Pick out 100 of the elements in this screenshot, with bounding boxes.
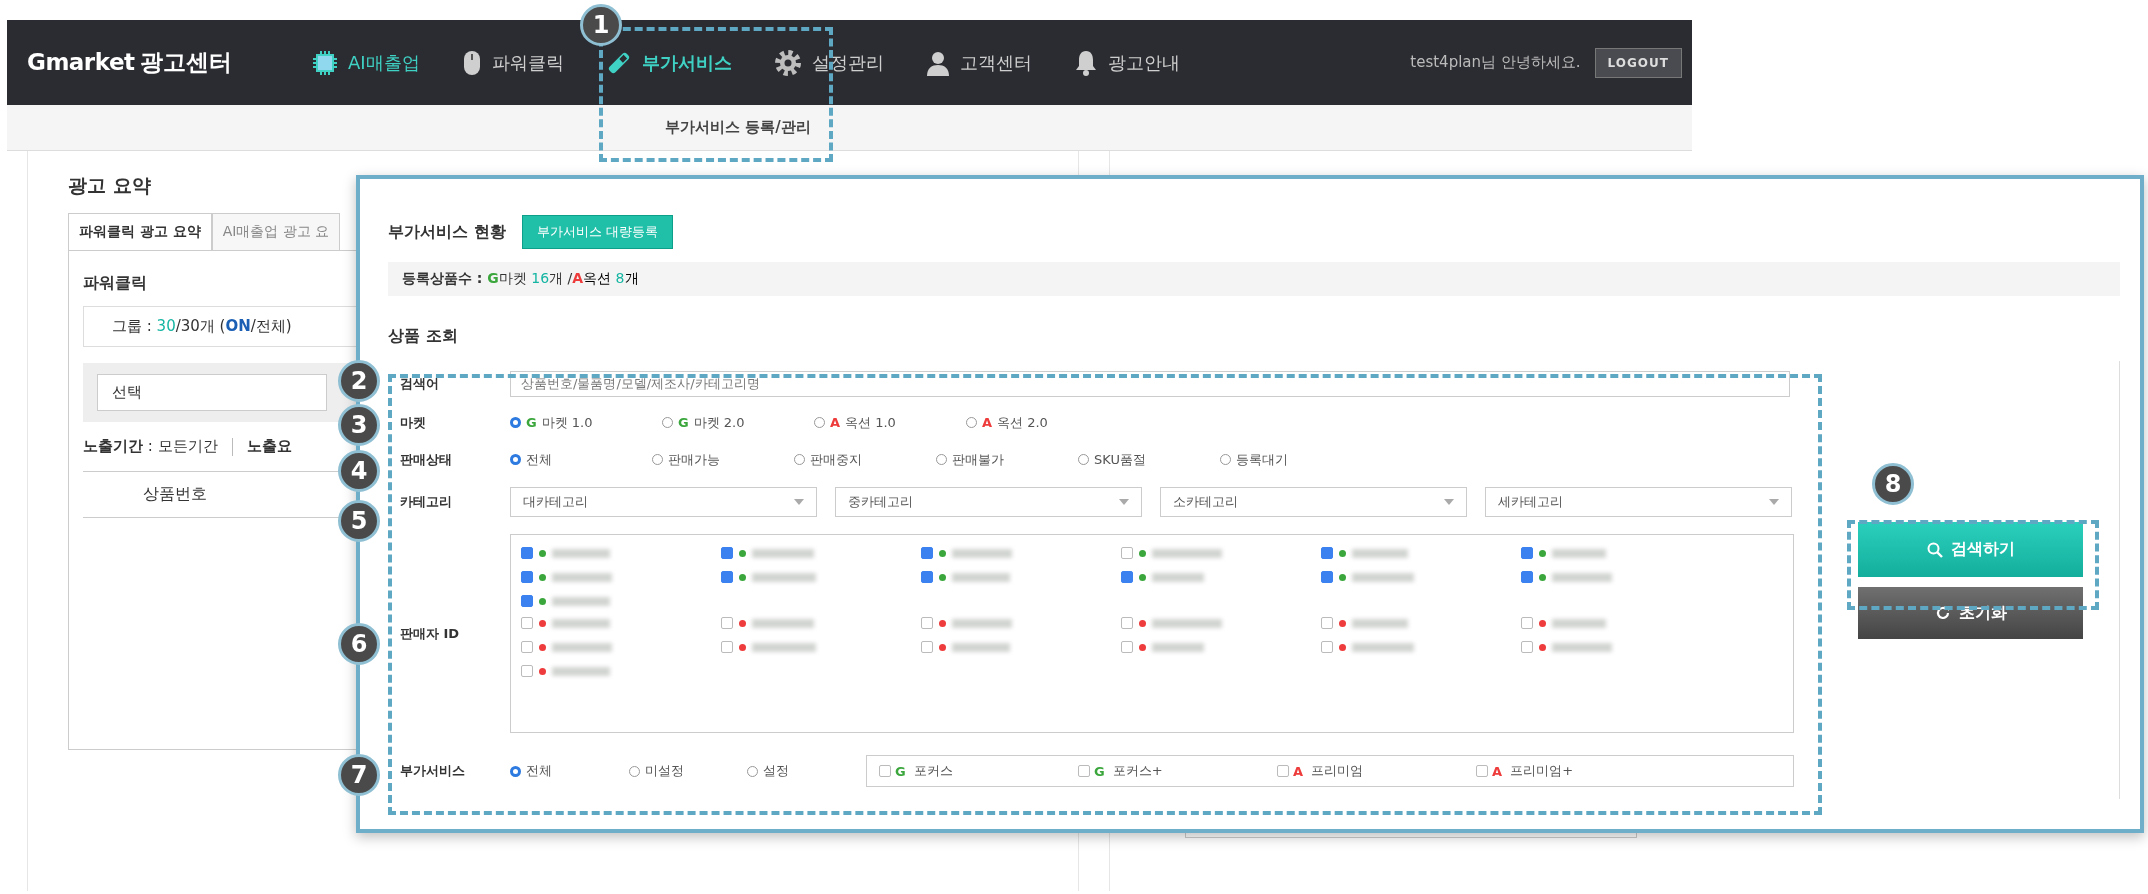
search-input[interactable]: 상품번호/물품명/모델/제조사/카테고리명 [510,370,1790,397]
radio-option[interactable]: 판매불가 [936,450,1078,469]
blurred-seller-id [1152,548,1222,558]
checkbox[interactable] [1476,765,1488,777]
radio-option[interactable]: A 옥션 1.0 [814,413,966,432]
field-label: 카테고리 [399,493,453,511]
category-select[interactable]: 대카테고리 [510,487,817,517]
blurred-seller-id [1352,548,1408,558]
blurred-seller-id [752,618,814,628]
checkbox[interactable] [1277,765,1289,777]
radio-option[interactable]: 미설정 [628,762,748,780]
field-label: 판매자 ID [399,624,461,643]
blurred-seller-id [952,548,1012,558]
nav-item[interactable]: 설정관리 [773,48,884,77]
checkbox[interactable] [1521,547,1533,559]
group-select[interactable]: 선택 [97,374,327,411]
nav-item[interactable]: 파워클릭 [461,48,564,77]
logo-title[interactable]: 광고센터 [140,47,233,78]
field-label: 검색어 [399,374,440,393]
checkbox-option[interactable]: G 포커스 [879,762,1078,780]
blurred-seller-id [1352,618,1408,628]
checkbox[interactable] [921,617,933,629]
exposure-label: 노출요 [246,437,292,456]
checkbox[interactable] [1321,547,1333,559]
caret-icon [1119,499,1129,505]
blurred-seller-id [952,572,1010,582]
logout-button[interactable]: LOGOUT [1594,47,1682,78]
period-text: 노출기간 : 모든기간 [83,437,218,456]
blurred-seller-id [1552,642,1612,652]
checkbox[interactable] [1121,547,1133,559]
group-count-text: 그룹 : 30/30개 (ON/전체) [112,317,292,335]
nav-item[interactable]: 광고안내 [1073,48,1180,77]
checkbox[interactable] [521,595,533,607]
checkbox[interactable] [721,547,733,559]
checkbox[interactable] [1521,571,1533,583]
radio-button[interactable] [510,765,521,777]
checkbox[interactable] [879,765,891,777]
nav-item[interactable]: AI매출업 [312,48,420,77]
checkbox[interactable] [921,571,933,583]
radio-option[interactable]: 등록대기 [1220,450,1362,469]
radio-option[interactable]: G 마켓 1.0 [510,413,662,432]
checkbox[interactable] [1521,641,1533,653]
nav-item[interactable]: 고객센터 [925,48,1032,77]
blurred-seller-id [1552,618,1606,628]
checkbox[interactable] [521,617,533,629]
submenu-item[interactable]: 부가서비스 등록/관리 [665,118,811,137]
radio-button[interactable] [510,417,521,428]
radio-option[interactable]: 전체 [510,450,652,469]
checkbox[interactable] [1121,617,1133,629]
refresh-icon [1934,605,1951,621]
checkbox[interactable] [721,641,733,653]
panel-title: 부가서비스 현황 [388,221,506,243]
search-section-title: 상품 조회 [388,326,459,347]
field-label: 마켓 [399,413,427,432]
checkbox[interactable] [1121,571,1133,583]
checkbox[interactable] [521,571,533,583]
radio-button[interactable] [510,454,521,465]
radio-option[interactable]: SKU품절 [1078,450,1220,469]
checkbox[interactable] [1121,641,1133,653]
checkbox-option[interactable]: A 프리미엄+ [1476,762,1675,780]
category-select[interactable]: 중카테고리 [835,487,1142,517]
blurred-seller-id [1152,618,1222,628]
checkbox[interactable] [721,617,733,629]
field-label: 부가서비스 [399,762,466,780]
blurred-seller-id [552,666,610,676]
registered-count-text: 등록상품수 : G마켓 16개 /A옥션 8개 [402,270,639,286]
checkbox[interactable] [521,547,533,559]
radio-option[interactable]: 판매중지 [794,450,936,469]
logo-brand[interactable]: Gmarket [27,49,135,75]
blurred-seller-id [1352,642,1414,652]
checkbox[interactable] [1321,571,1333,583]
checkbox[interactable] [1078,765,1090,777]
nav-item[interactable]: 부가서비스 [605,48,732,77]
summary-tab[interactable]: 파워클릭 광고 요약 [68,213,212,250]
checkbox[interactable] [1521,617,1533,629]
checkbox[interactable] [521,665,533,677]
blurred-seller-id [552,572,612,582]
blurred-seller-id [1552,548,1606,558]
checkbox[interactable] [1321,641,1333,653]
checkbox[interactable] [1321,617,1333,629]
blurred-seller-id [1152,642,1204,652]
checkbox[interactable] [921,641,933,653]
checkbox-option[interactable]: G 포커스+ [1078,762,1277,780]
person-icon [925,49,950,76]
category-select[interactable]: 세카테고리 [1485,487,1792,517]
radio-option[interactable]: 판매가능 [652,450,794,469]
field-label: 판매상태 [399,450,453,469]
blurred-seller-id [952,642,1010,652]
radio-option[interactable]: 전체 [510,762,629,780]
blurred-seller-id [1352,572,1414,582]
blurred-seller-id [752,642,816,652]
checkbox[interactable] [921,547,933,559]
checkbox-option[interactable]: A 프리미엄 [1277,762,1476,780]
radio-option[interactable]: A 옥션 2.0 [966,413,1118,432]
checkbox[interactable] [721,571,733,583]
radio-option[interactable]: G 마켓 2.0 [662,413,814,432]
category-select[interactable]: 소카테고리 [1160,487,1467,517]
radio-option[interactable]: 설정 [747,762,866,780]
checkbox[interactable] [521,641,533,653]
callout-badge: 6 [338,623,380,665]
